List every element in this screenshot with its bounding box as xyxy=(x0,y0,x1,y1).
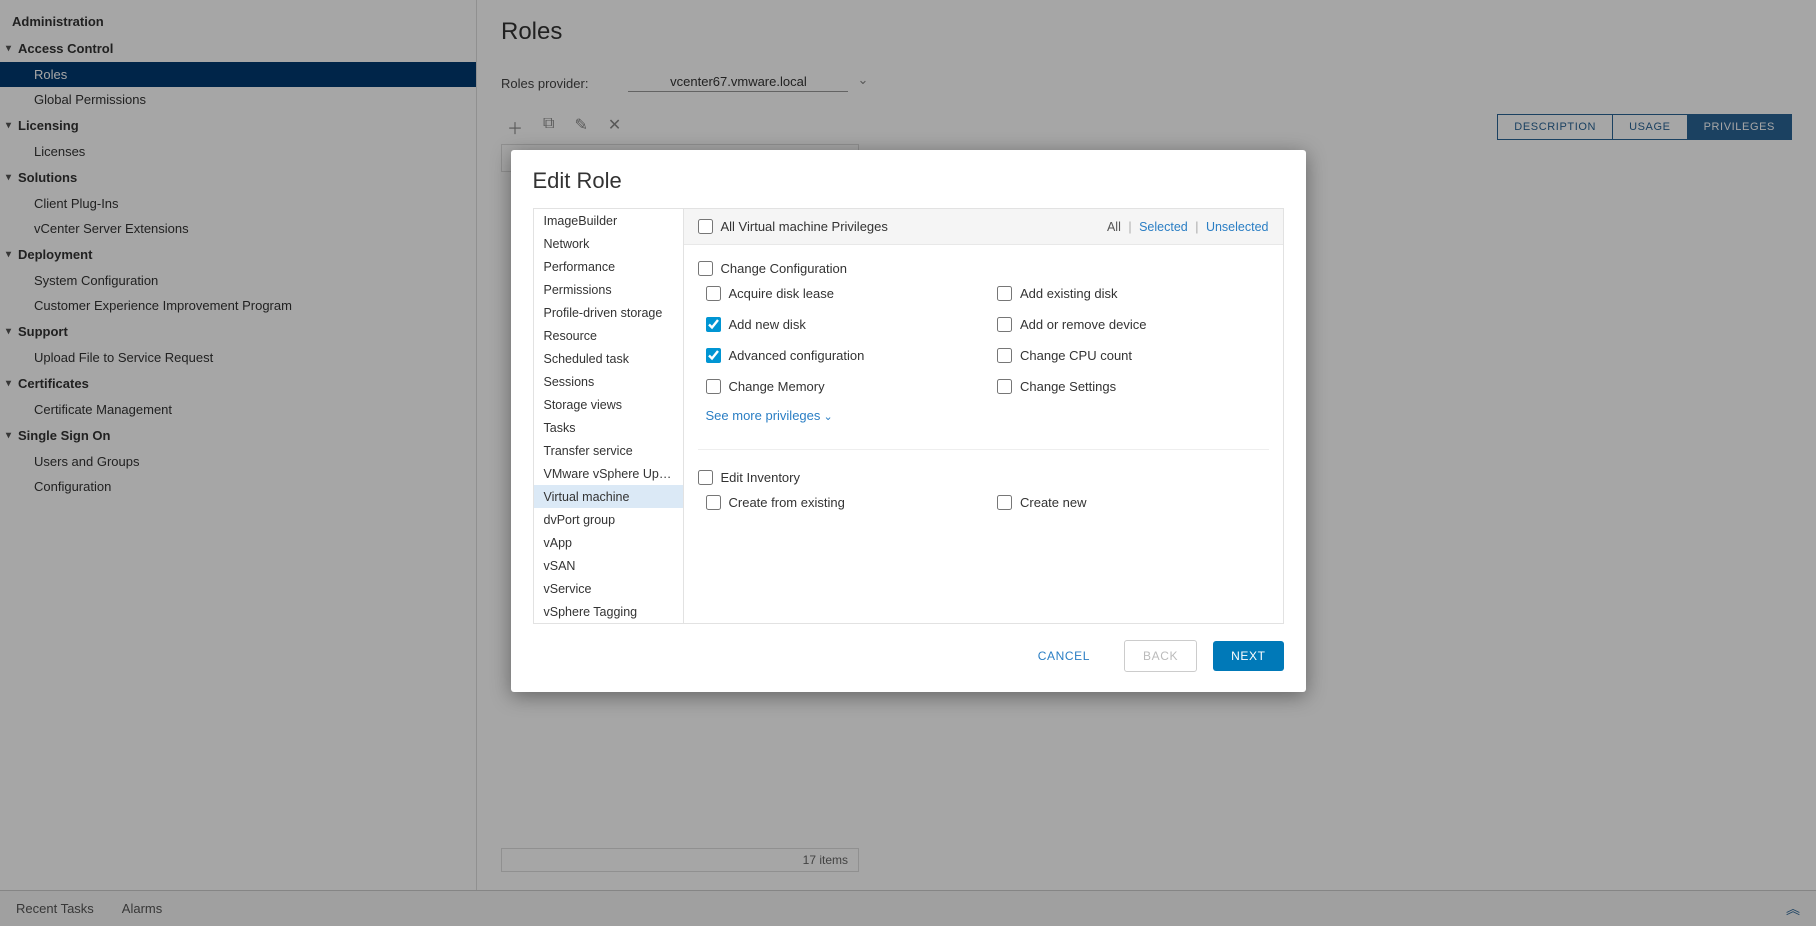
privilege-checkbox[interactable]: Add existing disk xyxy=(997,286,1269,301)
category-item[interactable]: vSAN xyxy=(534,554,683,577)
dialog-title: Edit Role xyxy=(511,150,1306,208)
category-item[interactable]: Profile-driven storage xyxy=(534,301,683,324)
category-item[interactable]: ImageBuilder xyxy=(534,209,683,232)
filter-all[interactable]: All xyxy=(1107,220,1121,234)
privilege-checkbox[interactable]: Advanced configuration xyxy=(706,348,978,363)
privilege-checkbox[interactable]: Add new disk xyxy=(706,317,978,332)
modal-overlay: Edit Role ImageBuilderNetworkPerformance… xyxy=(0,0,1816,926)
edit-role-dialog: Edit Role ImageBuilderNetworkPerformance… xyxy=(511,150,1306,692)
category-item[interactable]: Transfer service xyxy=(534,439,683,462)
category-item[interactable]: Storage views xyxy=(534,393,683,416)
group-edit-inventory[interactable]: Edit Inventory xyxy=(698,470,801,485)
cancel-button[interactable]: CANCEL xyxy=(1020,641,1108,671)
category-item[interactable]: vApp xyxy=(534,531,683,554)
category-list: ImageBuilderNetworkPerformancePermission… xyxy=(534,209,684,623)
filter-links: All | Selected | Unselected xyxy=(1107,220,1269,234)
category-item[interactable]: Network xyxy=(534,232,683,255)
category-item[interactable]: Performance xyxy=(534,255,683,278)
privilege-checkbox[interactable]: Acquire disk lease xyxy=(706,286,978,301)
category-item[interactable]: Sessions xyxy=(534,370,683,393)
privilege-checkbox[interactable]: Change CPU count xyxy=(997,348,1269,363)
group-change-configuration[interactable]: Change Configuration xyxy=(698,261,847,276)
all-privileges-label: All Virtual machine Privileges xyxy=(721,219,888,234)
filter-selected[interactable]: Selected xyxy=(1139,220,1188,234)
category-item[interactable]: Virtual machine xyxy=(534,485,683,508)
privilege-checkbox[interactable]: Change Memory xyxy=(706,379,978,394)
category-item[interactable]: vService xyxy=(534,577,683,600)
category-item[interactable]: Permissions xyxy=(534,278,683,301)
privilege-checkbox[interactable]: Change Settings xyxy=(997,379,1269,394)
filter-unselected[interactable]: Unselected xyxy=(1206,220,1269,234)
privilege-checkbox[interactable]: Create from existing xyxy=(706,495,978,510)
category-item[interactable]: Tasks xyxy=(534,416,683,439)
category-item[interactable]: dvPort group xyxy=(534,508,683,531)
category-item[interactable]: Scheduled task xyxy=(534,347,683,370)
privilege-checkbox[interactable]: Add or remove device xyxy=(997,317,1269,332)
category-item[interactable]: Resource xyxy=(534,324,683,347)
category-item[interactable]: VMware vSphere Update … xyxy=(534,462,683,485)
all-privileges-checkbox[interactable]: All Virtual machine Privileges xyxy=(698,219,888,234)
back-button: BACK xyxy=(1124,640,1197,672)
category-item[interactable]: vSphere Tagging xyxy=(534,600,683,623)
next-button[interactable]: NEXT xyxy=(1213,641,1283,671)
see-more-link[interactable]: See more privileges xyxy=(698,394,1269,441)
privilege-checkbox[interactable]: Create new xyxy=(997,495,1269,510)
